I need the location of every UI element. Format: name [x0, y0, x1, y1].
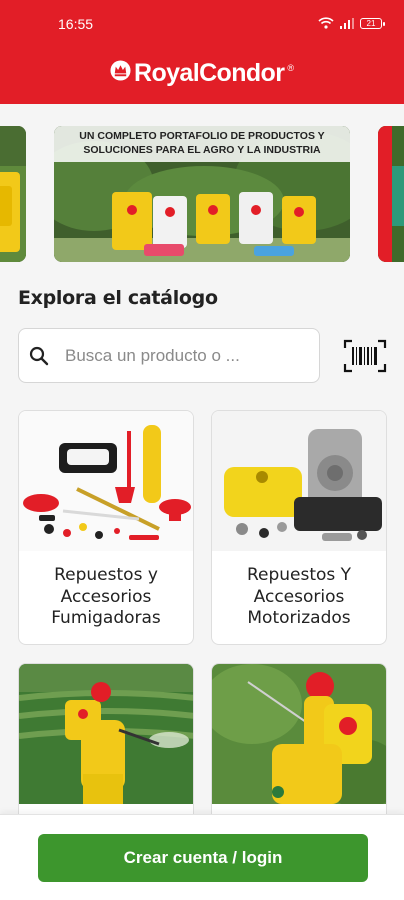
- brand-logo[interactable]: RoyalCondor ®: [110, 59, 294, 88]
- category-card-motorizados[interactable]: Repuestos Y Accesorios Motorizados: [211, 410, 387, 645]
- wifi-icon: [318, 17, 334, 29]
- signal-icon: [340, 17, 354, 29]
- carousel-slide-next[interactable]: [378, 126, 404, 262]
- slide-previous-image: [0, 126, 26, 262]
- category-image-backpack-sprayer: [212, 664, 386, 804]
- carousel-slide-previous[interactable]: [0, 126, 26, 262]
- create-account-login-button[interactable]: Crear cuenta / login: [38, 834, 368, 882]
- category-image-fumigadoras: [19, 411, 193, 551]
- status-time: 16:55: [58, 16, 94, 32]
- banner-headline: Un completo portafolio de productos y so…: [54, 126, 350, 162]
- bottom-action-bar: Crear cuenta / login: [0, 814, 404, 900]
- barcode-scan-icon[interactable]: [343, 339, 387, 373]
- category-title: Repuestos y Accesorios Fumigadoras: [51, 565, 161, 628]
- search-icon: [29, 346, 49, 365]
- brand-name: RoyalCondor: [134, 58, 285, 87]
- slide-next-image: [378, 126, 404, 262]
- catalog-title: Explora el catálogo: [18, 287, 218, 309]
- category-card-fumigadoras[interactable]: Repuestos y Accesorios Fumigadoras: [18, 410, 194, 645]
- battery-icon: 21: [360, 17, 385, 29]
- category-title: Repuestos Y Accesorios Motorizados: [246, 565, 352, 628]
- banner-carousel[interactable]: Un completo portafolio de productos y so…: [0, 126, 404, 262]
- status-icons: 21: [318, 17, 385, 29]
- app-header: RoyalCondor ®: [0, 42, 404, 104]
- search-input[interactable]: [65, 345, 275, 366]
- registered-mark: ®: [287, 62, 294, 73]
- category-image-motorizados: [212, 411, 386, 551]
- search-bar[interactable]: [18, 328, 320, 383]
- royal-condor-logo-icon: [110, 59, 131, 81]
- category-image-field-spraying: [19, 664, 193, 804]
- carousel-slide-active[interactable]: Un completo portafolio de productos y so…: [54, 126, 350, 262]
- status-bar: 16:55 21: [0, 0, 404, 42]
- category-card-backpack-sprayer[interactable]: [211, 663, 387, 823]
- category-card-field-spraying[interactable]: [18, 663, 194, 823]
